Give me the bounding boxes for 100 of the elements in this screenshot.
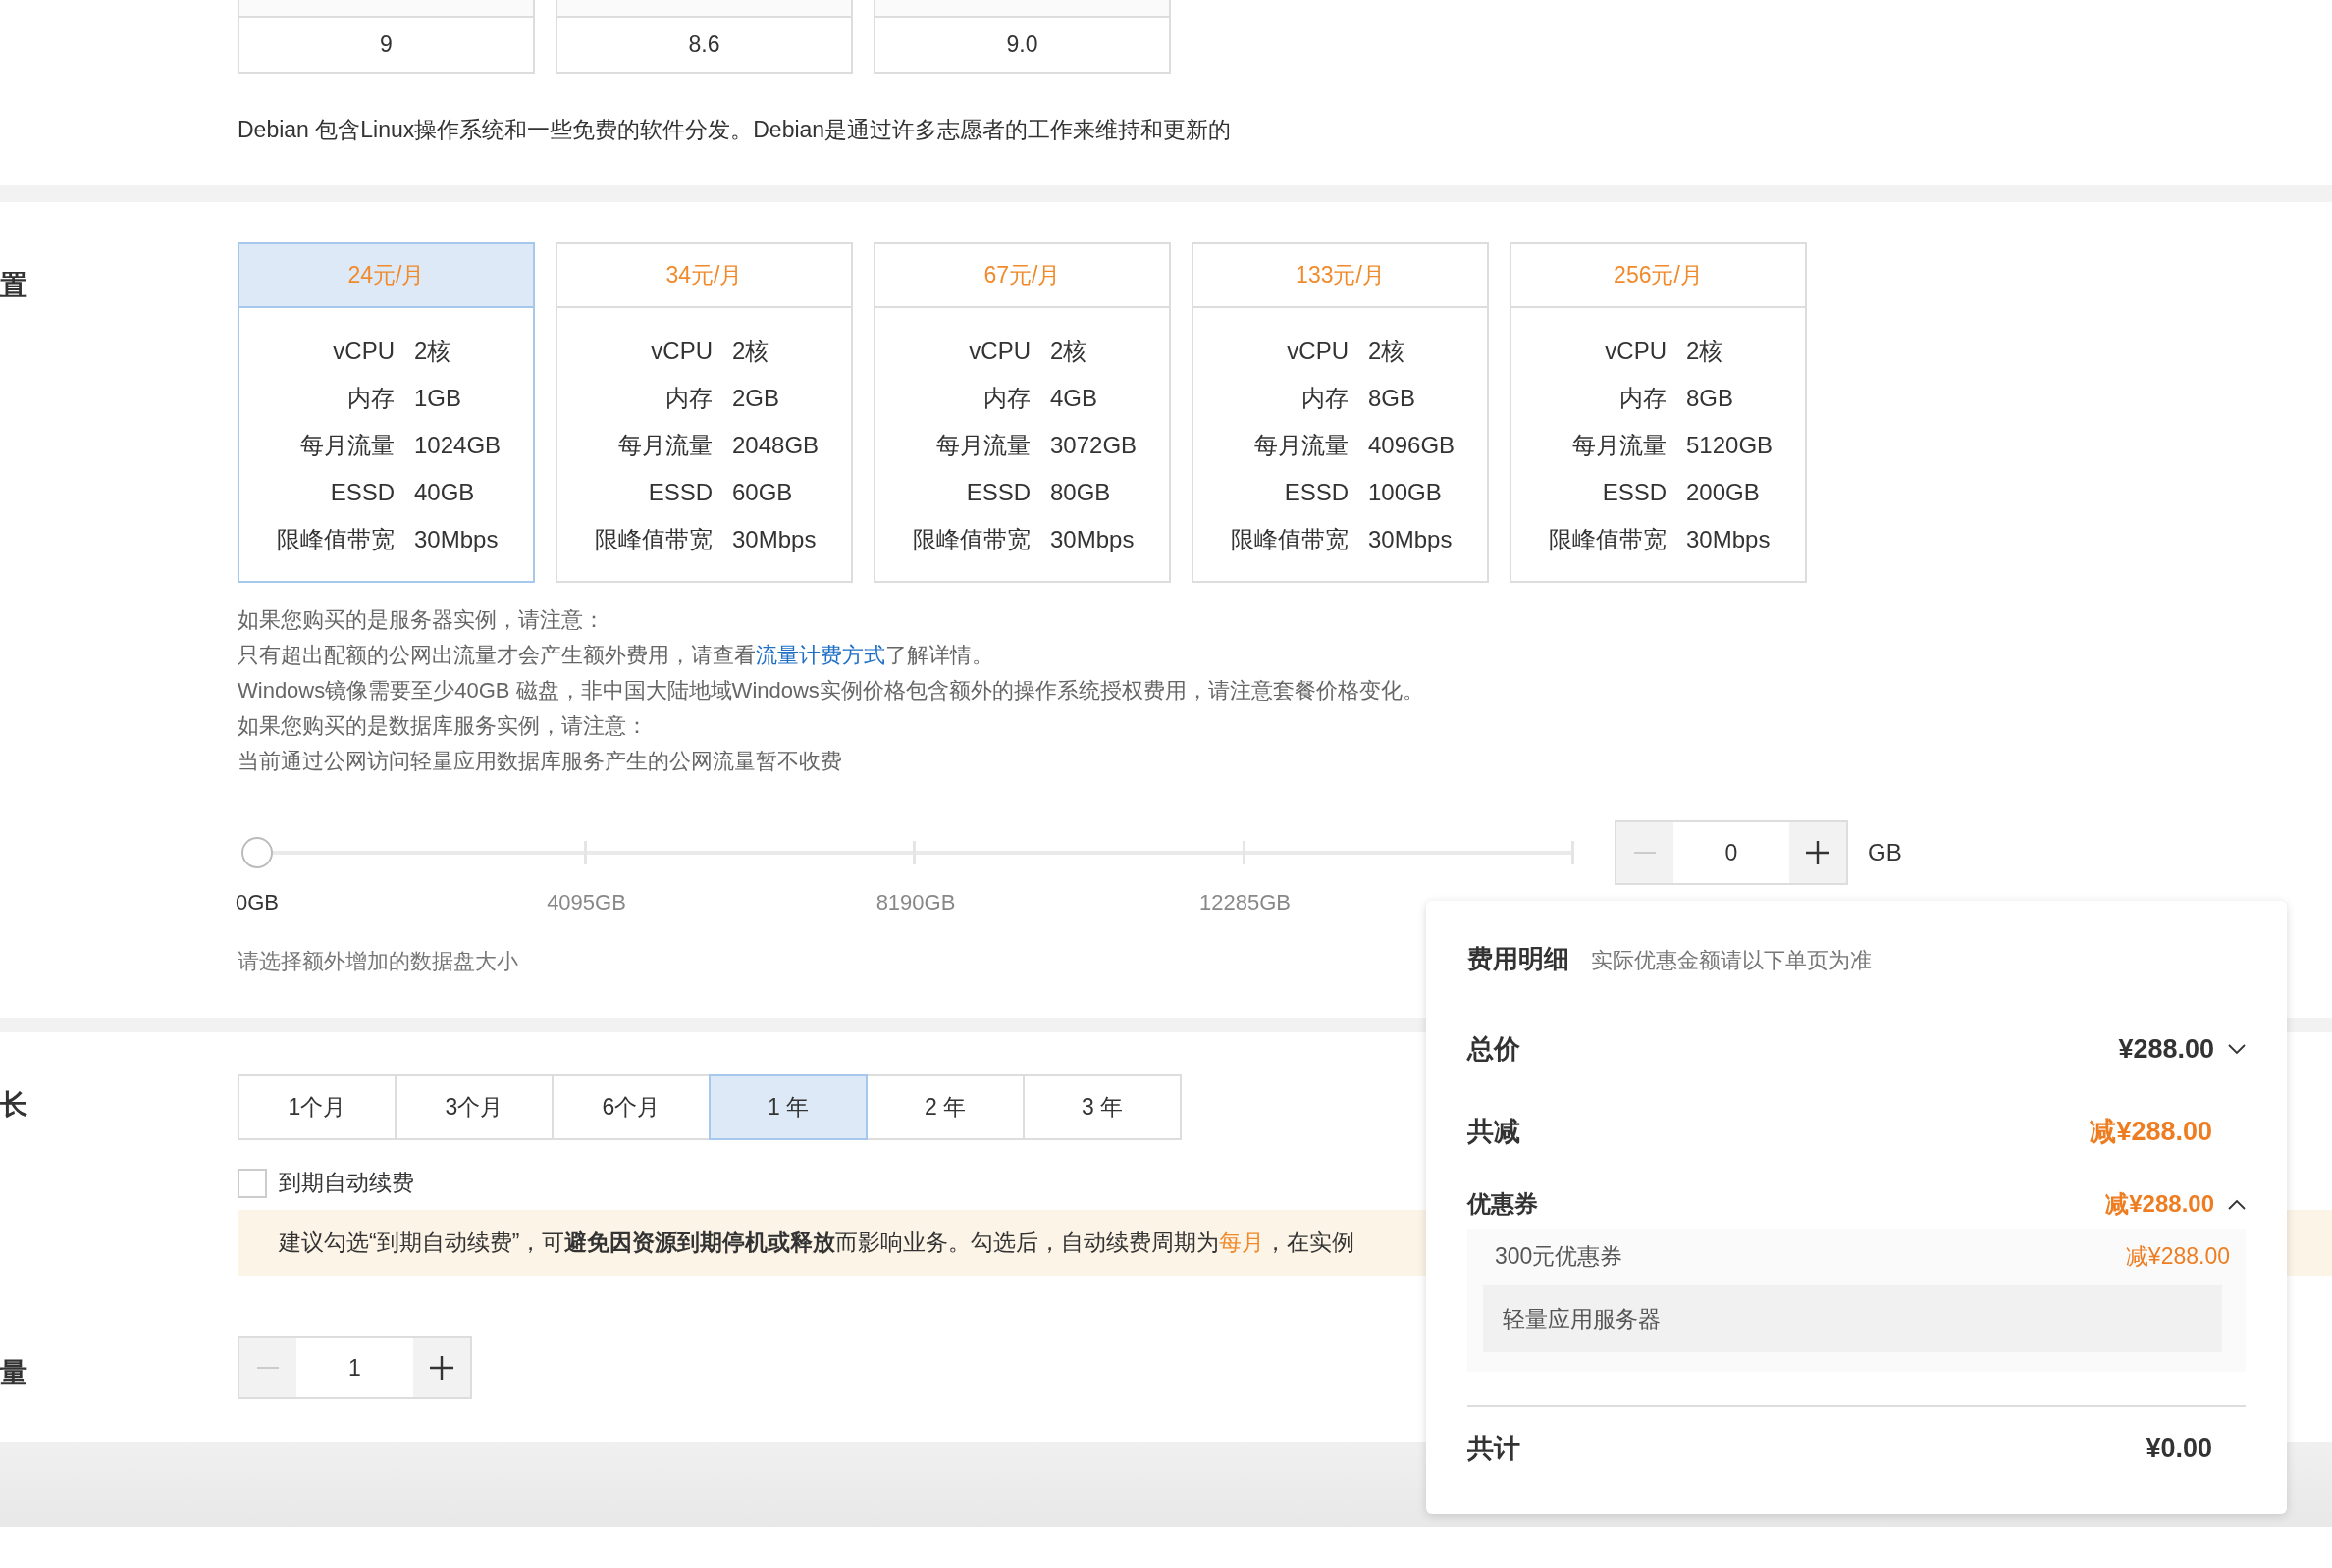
spec-value: 30Mbps bbox=[1368, 525, 1454, 554]
note-text: 如果您购买的是数据库服务实例，请注意： bbox=[238, 712, 649, 740]
spec-value: 80GB bbox=[1050, 478, 1112, 507]
note-text: 只有超出配额的公网出流量才会产生额外费用，请查看 bbox=[238, 643, 756, 667]
spec-value: 100GB bbox=[1368, 478, 1443, 507]
cost-value: ¥288.00 bbox=[2118, 1033, 2214, 1065]
spec-label: 限峰值带宽 bbox=[1230, 525, 1349, 554]
spec-value: 4GB bbox=[1050, 384, 1099, 413]
duration-tab[interactable]: 2 年 bbox=[866, 1074, 1025, 1140]
plan-card[interactable]: 256元/月 vCPU 2核 内存 8GB 每月流量 5120GB ESSD 200GB 限峰值带宽 30Mbps bbox=[1510, 242, 1807, 583]
note-text: 了解详情。 bbox=[885, 643, 993, 667]
spec-value: 30Mbps bbox=[732, 525, 818, 554]
spec-value: 2核 bbox=[1686, 337, 1724, 366]
note-text: 如果您购买的是服务器实例，请注意： bbox=[238, 606, 606, 634]
spec-label: ESSD bbox=[965, 478, 1031, 507]
plan-price: 24元/月 bbox=[347, 261, 425, 289]
os-description: Debian 包含Linux操作系统和一些免费的软件分发。Debian是通过许多志愿者的工作来维持和更新的 bbox=[237, 116, 1233, 144]
section-label: 量 bbox=[0, 1356, 27, 1389]
pricing-link[interactable]: 流量计费方式 bbox=[756, 643, 885, 667]
spec-label: 每月流量 bbox=[1253, 431, 1349, 460]
spec-value: 200GB bbox=[1686, 478, 1761, 507]
plan-card[interactable]: 133元/月 vCPU 2核 内存 8GB 每月流量 4096GB ESSD 100GB 限峰值带宽 30Mbps bbox=[1192, 242, 1489, 583]
duration-tab[interactable]: 3个月 bbox=[395, 1074, 554, 1140]
spec-label: 每月流量 bbox=[1571, 431, 1667, 460]
spec-label: vCPU bbox=[968, 337, 1031, 366]
cost-value: ¥0.00 bbox=[2146, 1433, 2212, 1464]
spec-label: ESSD bbox=[1601, 478, 1667, 507]
cost-value: 减¥288.00 bbox=[2105, 1189, 2214, 1219]
checkbox[interactable] bbox=[238, 1168, 267, 1198]
spec-label: vCPU bbox=[1286, 337, 1349, 366]
tip-text: 建议勾选“到期自动续费”，可避免因资源到期停机或释放而影响业务。勾选后，自动续费周期为 bbox=[279, 1228, 1220, 1257]
spec-value: 2048GB bbox=[732, 431, 821, 460]
spec-value: 3072GB bbox=[1050, 431, 1139, 460]
chevron-up-icon[interactable] bbox=[2228, 1198, 2246, 1210]
tick-label: 8190GB bbox=[875, 890, 956, 915]
version-card[interactable]: 9.0 bbox=[874, 0, 1171, 74]
spec-label: 内存 bbox=[1300, 384, 1349, 413]
panel-title: 费用明细 bbox=[1467, 943, 1569, 975]
spec-label: 限峰值带宽 bbox=[1548, 525, 1667, 554]
spec-label: 内存 bbox=[1618, 384, 1667, 413]
spec-label: vCPU bbox=[332, 337, 395, 366]
plan-price: 34元/月 bbox=[665, 261, 743, 289]
spec-label: ESSD bbox=[329, 478, 395, 507]
plan-card[interactable]: 34元/月 vCPU 2核 内存 2GB 每月流量 2048GB ESSD 60GB 限峰值带宽 30Mbps bbox=[556, 242, 853, 583]
spec-label: vCPU bbox=[650, 337, 713, 366]
coupon-scope: 轻量应用服务器 bbox=[1483, 1285, 2222, 1352]
cost-label: 总价 bbox=[1467, 1033, 1521, 1066]
plan-card[interactable]: 67元/月 vCPU 2核 内存 4GB 每月流量 3072GB ESSD 80GB 限峰值带宽 30Mbps bbox=[874, 242, 1171, 583]
version-value: 9 bbox=[379, 30, 394, 59]
tip-text: ，在实例 bbox=[1264, 1228, 1355, 1257]
duration-tab[interactable]: 1 年 bbox=[709, 1074, 868, 1140]
spec-label: 内存 bbox=[346, 384, 395, 413]
spec-value: 2GB bbox=[732, 384, 781, 413]
cost-value: 减¥288.00 bbox=[2090, 1116, 2212, 1148]
spec-value: 8GB bbox=[1368, 384, 1417, 413]
spec-value: 4096GB bbox=[1368, 431, 1457, 460]
spec-label: ESSD bbox=[647, 478, 713, 507]
chevron-down-icon[interactable] bbox=[2228, 1043, 2246, 1055]
tick-label: 12285GB bbox=[1199, 890, 1291, 915]
note-text: Windows镜像需要至少40GB 磁盘，非中国大陆地域Windows实例价格包含额外的操作系统授权费用，请注意套餐价格变化。 bbox=[238, 677, 1425, 705]
version-value: 8.6 bbox=[687, 30, 721, 59]
version-card[interactable]: 9 bbox=[238, 0, 535, 74]
spec-label: ESSD bbox=[1283, 478, 1349, 507]
spec-value: 30Mbps bbox=[1686, 525, 1772, 554]
hint-text: 请选择额外增加的数据盘大小 bbox=[238, 948, 518, 975]
slider-handle[interactable] bbox=[241, 837, 273, 868]
duration-tab[interactable]: 3 年 bbox=[1023, 1074, 1182, 1140]
spec-label: 限峰值带宽 bbox=[276, 525, 395, 554]
spec-value: 30Mbps bbox=[414, 525, 500, 554]
cost-label: 共计 bbox=[1467, 1433, 1521, 1465]
spec-label: 每月流量 bbox=[299, 431, 395, 460]
spec-value: 1GB bbox=[414, 384, 463, 413]
spec-label: 内存 bbox=[664, 384, 713, 413]
spec-value: 2核 bbox=[414, 337, 452, 366]
spec-value: 2核 bbox=[1368, 337, 1406, 366]
section-label: 置 bbox=[0, 269, 27, 302]
spec-label: 内存 bbox=[982, 384, 1031, 413]
spec-value: 40GB bbox=[414, 478, 476, 507]
duration-tab[interactable]: 1个月 bbox=[238, 1074, 397, 1140]
spec-value: 2核 bbox=[1050, 337, 1088, 366]
spec-label: 限峰值带宽 bbox=[594, 525, 713, 554]
version-value: 9.0 bbox=[1005, 30, 1039, 59]
cost-label: 优惠券 bbox=[1467, 1189, 1539, 1219]
spec-label: vCPU bbox=[1604, 337, 1667, 366]
tick-label: 4095GB bbox=[547, 890, 626, 915]
tick-label: 0GB bbox=[236, 890, 279, 915]
coupon-value: 减¥288.00 bbox=[2125, 1242, 2230, 1271]
plan-price: 67元/月 bbox=[983, 261, 1061, 289]
unit-label: GB bbox=[1868, 838, 1902, 867]
spec-value: 5120GB bbox=[1686, 431, 1775, 460]
spec-label: 每月流量 bbox=[617, 431, 713, 460]
duration-tab[interactable]: 6个月 bbox=[552, 1074, 711, 1140]
tip-highlight: 每月 bbox=[1219, 1228, 1265, 1257]
plan-price: 133元/月 bbox=[1296, 261, 1385, 289]
version-card[interactable]: 8.6 bbox=[556, 0, 853, 74]
plan-card[interactable]: 24元/月 vCPU 2核 内存 1GB 每月流量 1024GB ESSD 40GB 限峰值带宽 30Mbps bbox=[238, 242, 535, 583]
note-text: 当前通过公网访问轻量应用数据库服务产生的公网流量暂不收费 bbox=[238, 748, 843, 775]
spec-value: 1024GB bbox=[414, 431, 503, 460]
spec-value: 30Mbps bbox=[1050, 525, 1136, 554]
coupon-name: 300元优惠券 bbox=[1495, 1242, 1623, 1271]
